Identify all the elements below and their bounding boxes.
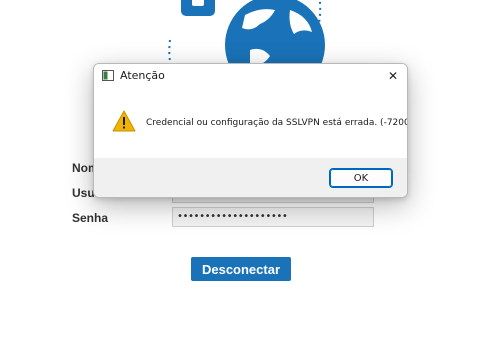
ok-button[interactable]: OK [329, 168, 393, 188]
dialog-footer: OK [94, 158, 407, 197]
password-label: Senha [72, 211, 109, 225]
warning-icon [112, 110, 136, 132]
disconnect-button[interactable]: Desconectar [191, 257, 291, 281]
window-app-icon [102, 70, 114, 81]
error-dialog: Atenção ✕ Credencial ou configuração da … [93, 63, 408, 198]
close-icon: ✕ [387, 69, 399, 83]
password-field[interactable]: •••••••••••••••••••• [172, 207, 374, 227]
error-message: Credencial ou configuração da SSLVPN est… [146, 118, 408, 128]
lock-icon [181, 0, 215, 16]
dialog-titlebar[interactable]: Atenção ✕ [94, 64, 407, 88]
close-button[interactable]: ✕ [383, 66, 403, 86]
dialog-content: Credencial ou configuração da SSLVPN est… [94, 88, 407, 158]
dialog-title: Atenção [120, 69, 165, 82]
